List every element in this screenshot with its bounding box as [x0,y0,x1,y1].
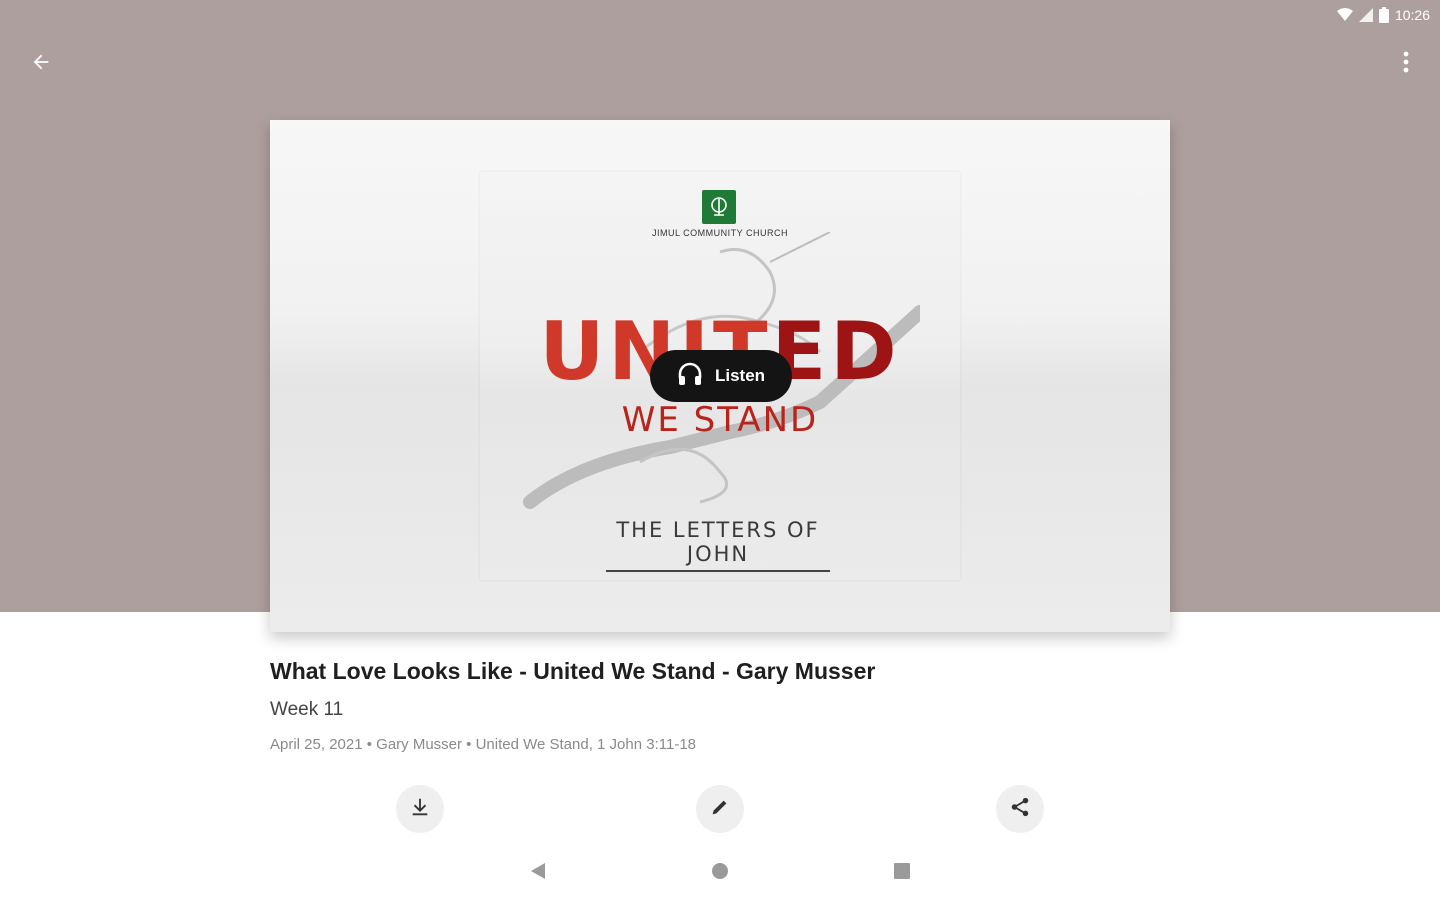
wifi-icon [1336,8,1353,22]
sermon-artwork-card: JIMUL COMMUNITY CHURCH UNITED WE STAND T… [270,120,1170,632]
church-logo [702,190,736,224]
share-icon [1009,796,1031,823]
more-vertical-icon [1403,51,1409,78]
artwork-title-part: ED [771,305,901,398]
signal-icon [1358,8,1373,22]
edit-button[interactable] [696,785,744,833]
triangle-back-icon [529,862,547,885]
artwork-series-name: THE LETTERS OF JOHN [606,518,830,572]
listen-button[interactable]: Listen [650,350,792,402]
system-navigation-bar [0,852,1440,900]
sermon-meta: April 25, 2021 • Gary Musser • United We… [270,736,697,753]
battery-icon [1378,7,1389,23]
status-bar: 10:26 [1180,0,1440,30]
share-button[interactable] [996,785,1044,833]
listen-label: Listen [714,366,766,385]
more-options-button[interactable] [1382,40,1430,88]
status-time: 10:26 [1394,7,1430,23]
headphones-icon [677,362,703,391]
edit-icon [709,796,731,823]
sermon-title: What Love Looks Like - United We Stand -… [270,658,876,684]
back-button[interactable] [17,40,65,88]
download-icon [409,796,431,823]
circle-home-icon [711,862,729,885]
nav-back-button[interactable] [514,852,562,894]
artwork-subtitle: WE STAND [621,400,819,440]
square-recents-icon [893,862,911,885]
nav-home-button[interactable] [696,852,744,894]
arrow-left-icon [30,51,52,78]
sermon-subtitle: Week 11 [270,699,344,720]
nav-recents-button[interactable] [878,852,926,894]
download-button[interactable] [396,785,444,833]
